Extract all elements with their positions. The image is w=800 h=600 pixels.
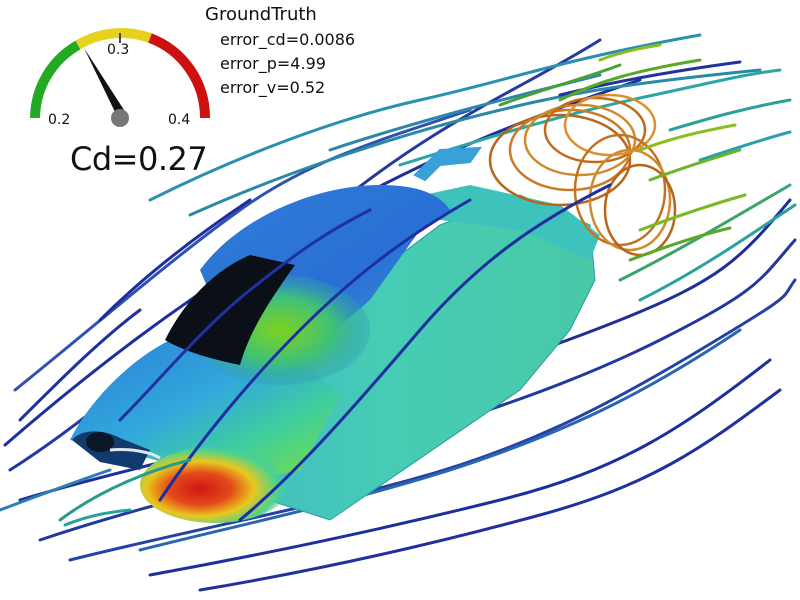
gauge-zone-red [148,33,211,119]
error-p-label: error_p=4.99 [220,54,326,73]
gauge-tick-high: 0.4 [168,112,191,128]
error-v-label: error_v=0.52 [220,78,326,97]
car-spoiler [413,146,483,182]
streamline [638,203,797,302]
gauge-zone-green [30,40,81,119]
streamline [0,468,112,512]
wake-streamline [628,226,732,262]
wake-streamline [648,148,742,182]
front-stagnation-zone [140,447,290,523]
streamline [698,130,792,162]
streamline [618,183,792,282]
car-headlight [86,432,114,452]
error-cd-label: error_cd=0.0086 [220,30,356,49]
gauge-hub [111,109,129,127]
gauge-tick-low: 0.2 [48,112,71,128]
car-model [70,146,600,523]
gauge-tick-mid: 0.3 [107,42,130,58]
legend-title: GroundTruth [205,4,317,25]
wake-loop [603,163,677,257]
wake-streamline [638,193,747,232]
cd-readout: Cd=0.27 [70,140,208,178]
cfd-visualization [0,28,797,592]
